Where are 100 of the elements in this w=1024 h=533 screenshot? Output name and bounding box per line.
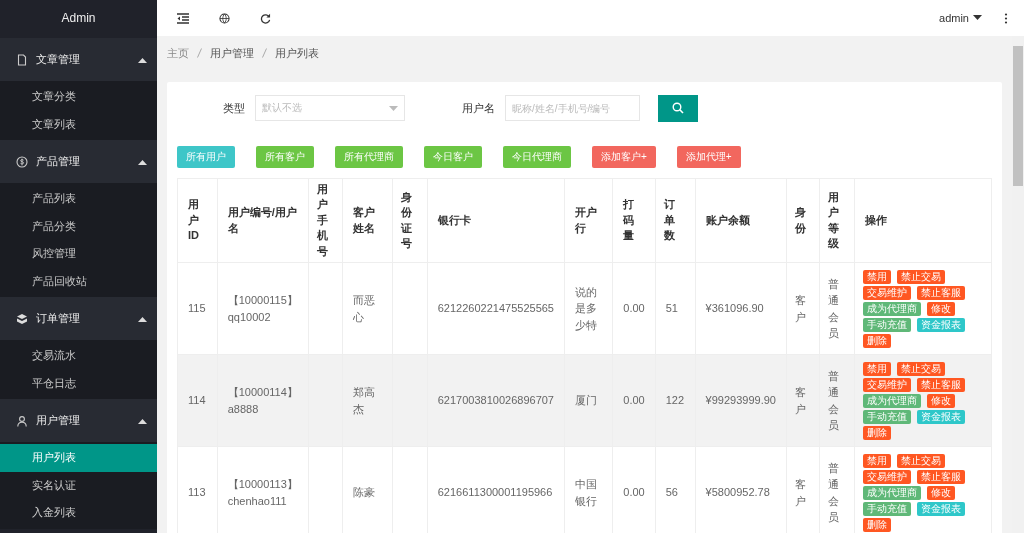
action-button[interactable]: 禁止客服 bbox=[916, 285, 965, 300]
column-header: 打码量 bbox=[612, 178, 656, 263]
separator-icon bbox=[262, 48, 267, 58]
caret-icon bbox=[389, 105, 398, 111]
action-button[interactable]: 禁用 bbox=[862, 453, 891, 468]
table-cell: 122 bbox=[665, 394, 685, 407]
column-header: 客户姓名 bbox=[342, 178, 393, 263]
table-cell: 0.00 bbox=[623, 394, 645, 407]
breadcrumb-link[interactable]: 用户列表 bbox=[275, 45, 319, 61]
menu-group[interactable]: 文章管理 bbox=[0, 38, 157, 81]
table-cell: 中国银行 bbox=[575, 478, 597, 507]
action-button[interactable]: 修改 bbox=[926, 485, 955, 500]
action-button[interactable]: 禁止交易 bbox=[896, 269, 945, 284]
column-header: 账户余额 bbox=[695, 178, 787, 263]
menu-item[interactable]: 实名认证 bbox=[0, 471, 157, 499]
action-button[interactable]: 禁止交易 bbox=[896, 453, 945, 468]
app-title: Admin bbox=[60, 10, 97, 27]
menu-item[interactable]: 产品列表 bbox=[0, 185, 157, 213]
menu-item[interactable]: 用户列表 bbox=[0, 444, 157, 472]
menu-item[interactable]: 文章分类 bbox=[0, 83, 157, 111]
menu-item[interactable]: 文章列表 bbox=[0, 110, 157, 138]
table-cell-text: 客户 bbox=[795, 293, 807, 325]
table-cell: qq10002 bbox=[227, 310, 271, 323]
breadcrumb-link[interactable]: 用户管理 bbox=[210, 45, 254, 61]
action-button[interactable]: 禁止客服 bbox=[916, 377, 965, 392]
action-button[interactable]: 成为代理商 bbox=[862, 301, 921, 316]
action-button[interactable]: 成为代理商 bbox=[862, 485, 921, 500]
menu-item[interactable]: 产品回收站 bbox=[0, 267, 157, 295]
filter-button[interactable]: 添加代理+ bbox=[676, 146, 741, 168]
table-cell: 56 bbox=[665, 486, 678, 499]
user-menu[interactable]: admin bbox=[939, 12, 982, 24]
filter-button[interactable]: 所有用户 bbox=[177, 146, 235, 168]
filter-button[interactable]: 今日代理商 bbox=[503, 146, 571, 168]
action-button[interactable]: 交易维护 bbox=[862, 285, 911, 300]
action-button[interactable]: 交易维护 bbox=[862, 469, 911, 484]
action-button[interactable]: 交易维护 bbox=[862, 377, 911, 392]
menu-group[interactable]: 用户管理 bbox=[0, 399, 157, 442]
action-button[interactable]: 手动充值 bbox=[862, 409, 911, 424]
action-button[interactable]: 禁用 bbox=[862, 361, 891, 376]
action-button[interactable]: 删除 bbox=[862, 517, 891, 532]
menu-item[interactable]: 交易流水 bbox=[0, 342, 157, 370]
stack-icon bbox=[16, 312, 28, 325]
table-cell: ¥361096.90 bbox=[705, 302, 764, 315]
filter-button[interactable]: 今日客户 bbox=[424, 146, 482, 168]
table-cell: 6216611300001195966 bbox=[437, 486, 553, 499]
menu-group[interactable]: 产品管理 bbox=[0, 140, 157, 183]
action-button[interactable]: 修改 bbox=[926, 393, 955, 408]
table-cell: ¥99293999.90 bbox=[705, 394, 776, 407]
action-button[interactable]: 删除 bbox=[862, 333, 891, 348]
action-button[interactable]: 禁用 bbox=[862, 269, 891, 284]
action-button[interactable]: 修改 bbox=[926, 301, 955, 316]
document-icon bbox=[16, 53, 28, 66]
globe-icon[interactable] bbox=[219, 12, 230, 24]
action-button[interactable]: 手动充值 bbox=[862, 501, 911, 516]
breadcrumb-link[interactable]: 主页 bbox=[167, 45, 189, 61]
menu-item[interactable]: 风控管理 bbox=[0, 240, 157, 268]
action-button[interactable]: 手动充值 bbox=[862, 317, 911, 332]
table-cell: 【10000115】 bbox=[227, 294, 298, 306]
column-header: 银行卡 bbox=[427, 178, 565, 263]
menu-item[interactable]: 入金列表 bbox=[0, 499, 157, 527]
action-button[interactable]: 禁止交易 bbox=[896, 361, 945, 376]
action-button[interactable]: 资金报表 bbox=[916, 409, 965, 424]
dollar-icon bbox=[16, 155, 28, 168]
menu-item[interactable]: 平仓日志 bbox=[0, 369, 157, 397]
table-cell-text: 普通会员 bbox=[828, 368, 840, 433]
table-cell: 郑高杰 bbox=[353, 386, 376, 415]
menu-toggle-icon[interactable] bbox=[177, 12, 189, 24]
more-icon[interactable] bbox=[1004, 12, 1008, 24]
type-label: 类型 bbox=[222, 100, 245, 116]
menu-item[interactable]: 产品分类 bbox=[0, 212, 157, 240]
caret-icon bbox=[138, 417, 147, 424]
column-header: 操作 bbox=[854, 178, 992, 263]
filter-button[interactable]: 所有客户 bbox=[256, 146, 314, 168]
caret-icon bbox=[973, 15, 982, 21]
search-button[interactable] bbox=[658, 94, 698, 122]
column-header: 身份 bbox=[786, 178, 820, 263]
action-button[interactable]: 资金报表 bbox=[916, 317, 965, 332]
separator-icon bbox=[197, 48, 202, 58]
menu-group[interactable]: 订单管理 bbox=[0, 297, 157, 340]
action-button[interactable]: 禁止客服 bbox=[916, 469, 965, 484]
column-header: 身份证号 bbox=[392, 178, 428, 263]
filter-button[interactable]: 添加客户+ bbox=[592, 146, 656, 168]
action-button[interactable]: 成为代理商 bbox=[862, 393, 921, 408]
table-cell: 【10000113】 bbox=[227, 478, 298, 490]
caret-icon bbox=[138, 315, 147, 322]
table-cell: 说的是多少特 bbox=[575, 285, 597, 331]
table-cell: 51 bbox=[665, 302, 678, 315]
table-cell: chenhao111 bbox=[227, 494, 287, 507]
username-label: 用户名 bbox=[461, 100, 495, 116]
column-header: 用户ID bbox=[177, 178, 218, 263]
table-cell: 6217003810026896707 bbox=[437, 394, 554, 407]
action-button[interactable]: 资金报表 bbox=[916, 501, 965, 516]
column-header: 用户编号/用户名 bbox=[217, 178, 309, 263]
table-cell-text: 普通会员 bbox=[828, 460, 840, 525]
type-select[interactable]: 默认不选 bbox=[255, 95, 405, 121]
column-header: 用户等级 bbox=[819, 178, 855, 263]
table-cell: a8888 bbox=[227, 402, 259, 415]
filter-button[interactable]: 所有代理商 bbox=[335, 146, 403, 168]
refresh-icon[interactable] bbox=[260, 12, 271, 24]
action-button[interactable]: 删除 bbox=[862, 425, 891, 440]
